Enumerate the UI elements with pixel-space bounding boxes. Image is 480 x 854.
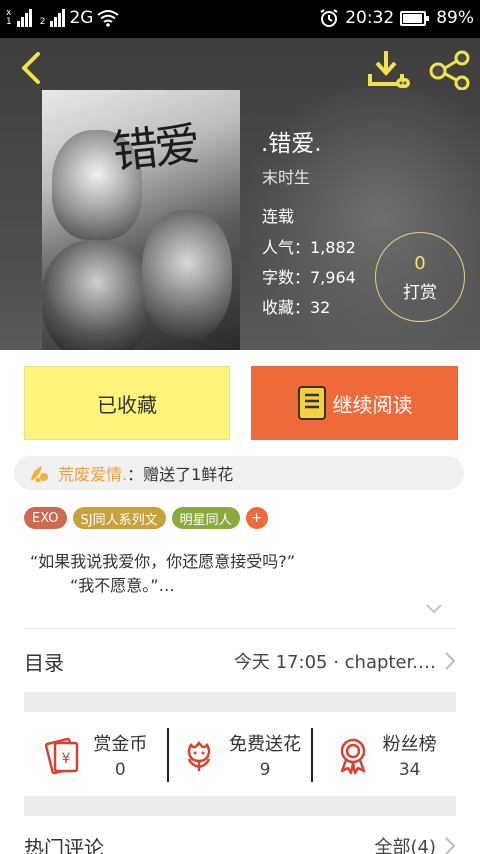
book-status: 连载 <box>262 207 295 226</box>
reward-button[interactable]: 0 打赏 <box>375 232 465 322</box>
back-icon[interactable] <box>12 48 52 88</box>
tag-item[interactable]: 明星同人 <box>171 507 240 529</box>
fans-ranking-stat[interactable]: 粉丝榜 34 <box>313 714 456 796</box>
tag-item[interactable]: EXO <box>24 507 67 529</box>
flower-icon <box>187 740 211 771</box>
wifi-icon <box>97 10 120 27</box>
add-tag-button[interactable]: + <box>245 507 268 529</box>
book-detail-panel: 已收藏 继续阅读 荒废爱情. ：赠送了1鲜花 EXO SJ同人系列文 明星同人 … <box>0 350 480 854</box>
status-bar: x1 2 2G 20:32 89% <box>0 0 480 38</box>
battery-icon <box>400 10 430 26</box>
book-intro[interactable]: “如果我说我爱你，你还愿意接受吗?” “我不愿意。”… <box>30 550 295 598</box>
battery-level: 89% <box>436 8 474 28</box>
chevron-down-icon[interactable] <box>424 602 444 616</box>
flowers-stat[interactable]: 免费送花 9 <box>169 714 312 796</box>
all-comments-link[interactable]: 全部(4) <box>375 833 437 854</box>
book-header: 错爱 .错爱. 末时生 连载 人气：1,882 字数：7,964 收藏：32 0… <box>0 38 480 350</box>
reward-count: 0 <box>414 253 426 274</box>
sim2-indicator: 2 <box>39 17 46 27</box>
reward-label: 打赏 <box>403 283 437 303</box>
book-word-count: 字数：7,964 <box>262 268 356 287</box>
fans-ranking-label: 粉丝榜 <box>382 734 437 755</box>
section-divider <box>24 692 456 712</box>
coins-label: 赏金币 <box>93 734 148 755</box>
flowers-label: 免费送花 <box>229 734 301 755</box>
book-author[interactable]: 末时生 <box>262 164 310 188</box>
red-envelope-icon: ¥ <box>45 737 79 775</box>
sim1-indicator: x1 <box>6 8 12 27</box>
hot-comments-row[interactable]: 热门评论 全部(4) <box>24 826 456 854</box>
alarm-icon <box>320 9 338 27</box>
collected-label: 已收藏 <box>97 392 157 417</box>
gift-text: ：赠送了1鲜花 <box>127 465 234 484</box>
book-cover[interactable]: 错爱 <box>42 90 240 350</box>
book-popularity: 人气：1,882 <box>262 238 356 257</box>
tag-item[interactable]: SJ同人系列文 <box>72 507 166 529</box>
cover-title: 错爱 <box>109 116 199 180</box>
download-icon[interactable] <box>366 48 412 90</box>
toc-label: 目录 <box>24 650 64 675</box>
collected-button[interactable]: 已收藏 <box>24 366 230 440</box>
continue-reading-button[interactable]: 继续阅读 <box>251 366 458 440</box>
flower-badge-icon <box>31 466 48 483</box>
svg-text:¥: ¥ <box>62 751 71 767</box>
chevron-right-icon <box>445 837 456 854</box>
gift-user[interactable]: 荒废爱情. <box>58 461 127 485</box>
continue-reading-label: 继续阅读 <box>332 392 413 417</box>
book-title: .错爱. <box>261 131 322 157</box>
hot-comments-label: 热门评论 <box>24 835 104 854</box>
divider <box>24 628 456 629</box>
stats-row: ¥ 赏金币 0 免费送花 9 粉丝榜 34 <box>24 714 456 796</box>
network-type: 2G <box>69 8 94 28</box>
coins-stat[interactable]: ¥ 赏金币 0 <box>24 714 167 796</box>
book-icon <box>297 386 326 420</box>
fans-ranking-value: 34 <box>398 760 421 780</box>
section-divider <box>24 796 456 816</box>
flowers-value: 9 <box>259 760 271 780</box>
intro-line: “如果我说我爱你，你还愿意接受吗?” <box>30 552 296 571</box>
signal-icon <box>16 9 32 27</box>
medal-icon <box>340 738 365 775</box>
clock: 20:32 <box>345 8 395 28</box>
signal2-icon <box>50 9 66 27</box>
toc-latest-update: 今天 17:05 · chapter.… <box>233 652 436 673</box>
intro-line: “我不愿意。”… <box>70 576 175 595</box>
chevron-right-icon <box>445 652 456 670</box>
book-favorites: 收藏：32 <box>262 298 331 317</box>
gift-banner[interactable]: 荒废爱情. ：赠送了1鲜花 <box>14 456 464 490</box>
coins-value: 0 <box>114 760 126 780</box>
share-icon[interactable] <box>428 50 472 90</box>
tag-list: EXO SJ同人系列文 明星同人 + <box>24 507 268 529</box>
table-of-contents-row[interactable]: 目录 今天 17:05 · chapter.… <box>24 630 456 692</box>
